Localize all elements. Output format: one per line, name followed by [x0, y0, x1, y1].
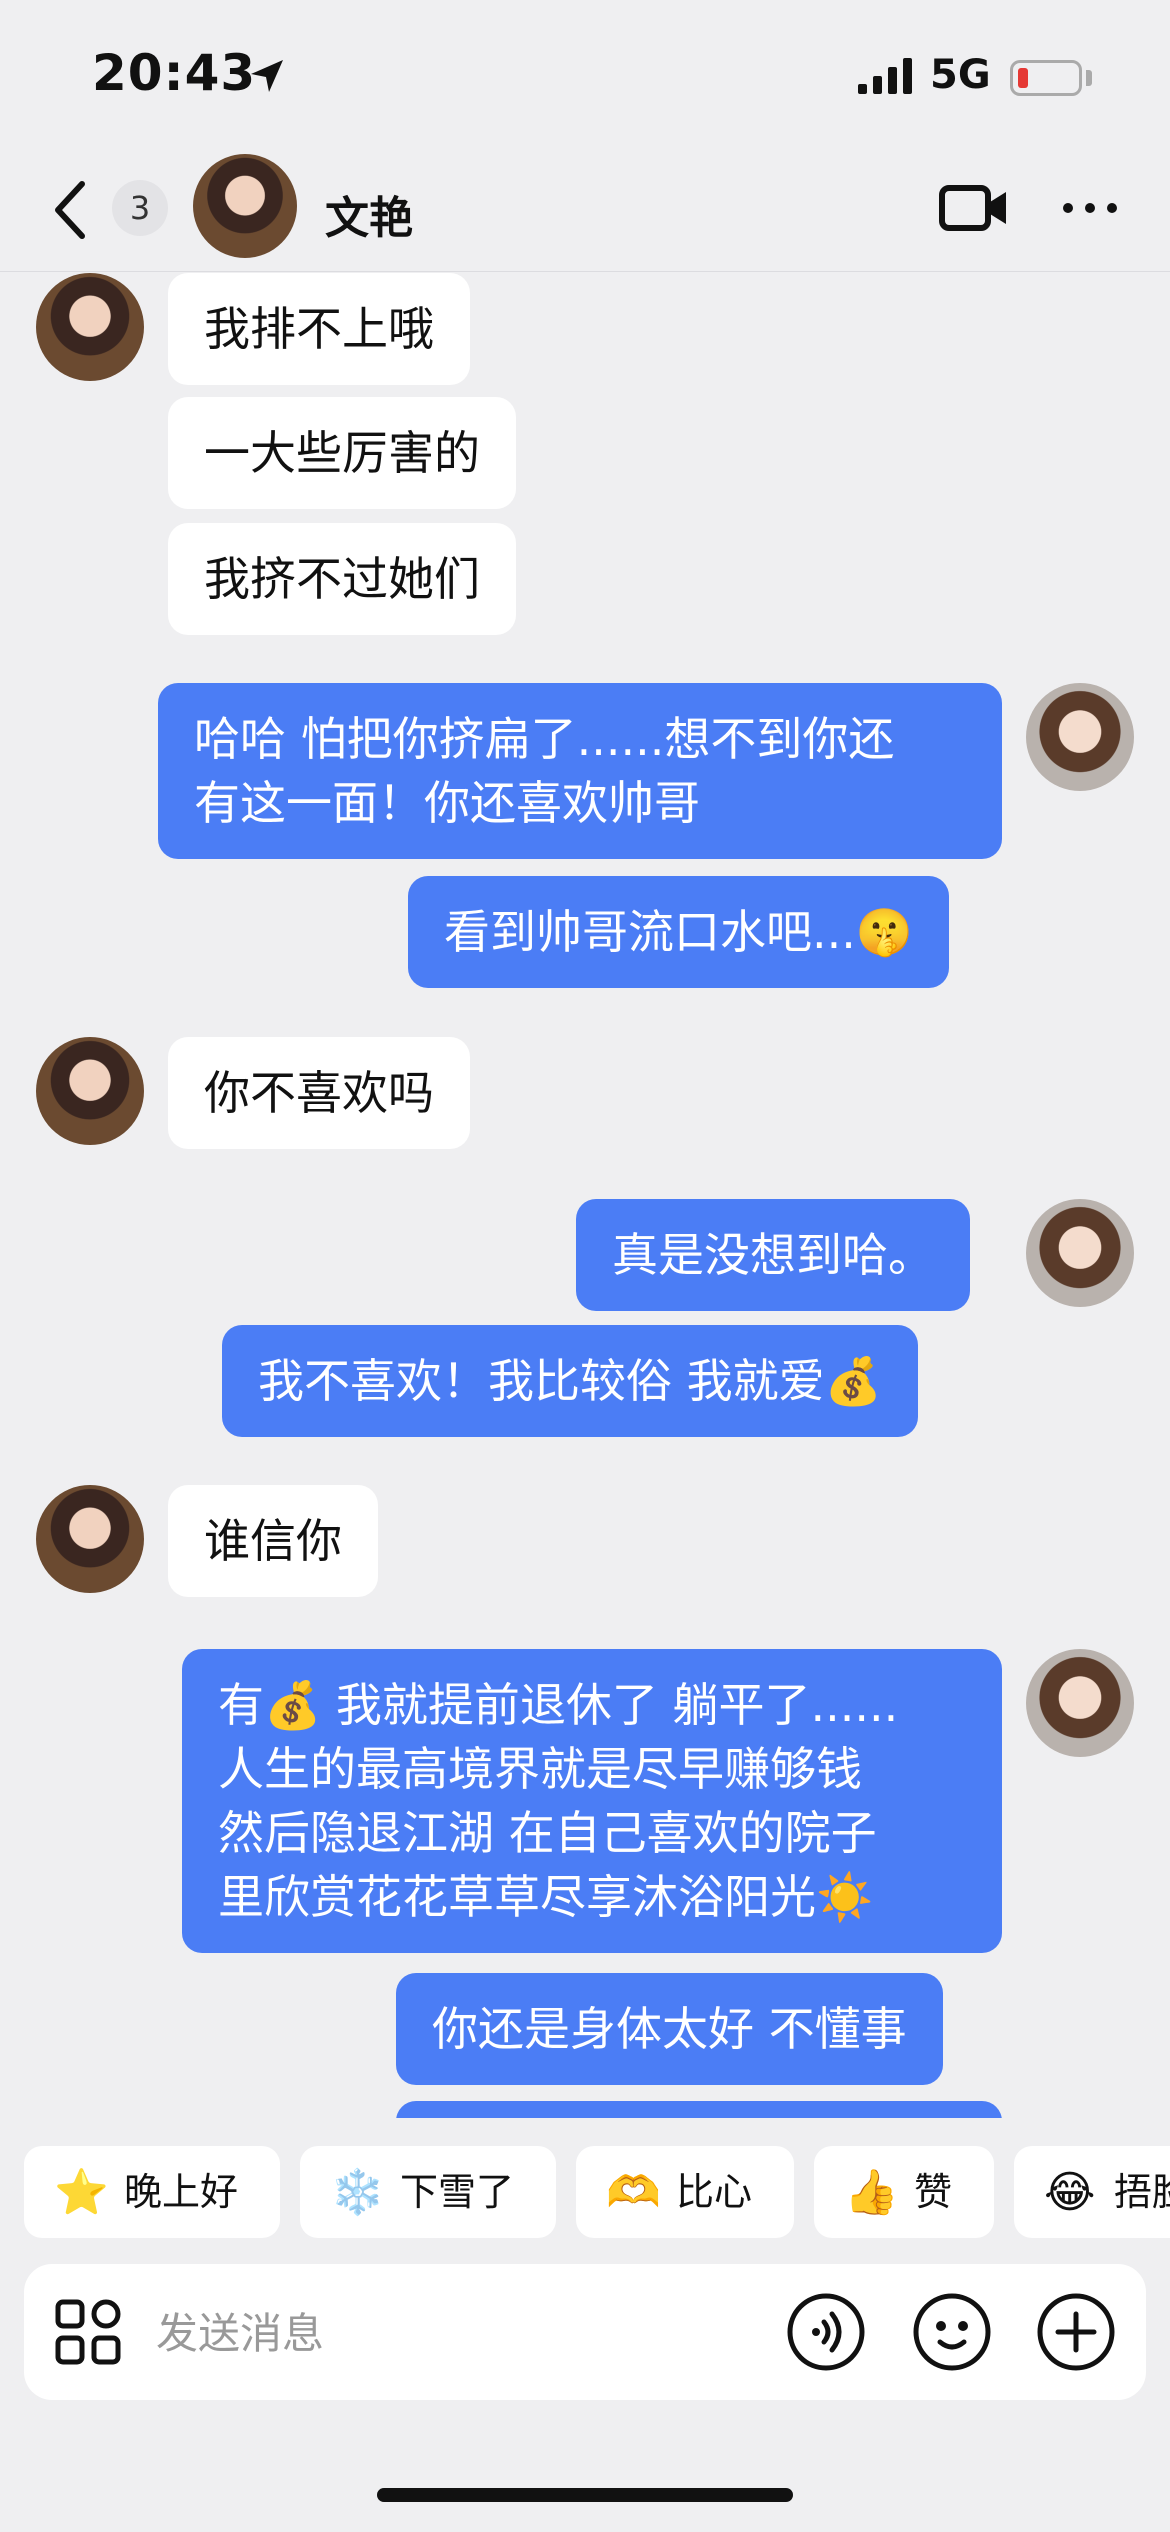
outgoing-message[interactable]: 有💰 我就提前退休了 躺平了...... 人生的最高境界就是尽早赚够钱 然后隐退… [182, 1649, 1002, 1953]
status-bar: 20:43 5G [0, 0, 1170, 150]
outgoing-message[interactable]: 我不喜欢！我比较俗 我就爱💰 [222, 1325, 918, 1437]
message-input[interactable]: 发送消息 [156, 2300, 324, 2361]
star-icon: ⭐ [54, 2167, 109, 2218]
battery-tip [1086, 70, 1092, 86]
cellular-signal-icon [858, 58, 912, 94]
my-avatar[interactable] [1026, 1649, 1134, 1757]
more-dots-icon[interactable] [1060, 188, 1120, 228]
status-time: 20:43 [92, 44, 257, 102]
outgoing-message[interactable]: 真是没想到哈。 [576, 1199, 970, 1311]
outgoing-message[interactable]: 哈哈 怕把你挤扁了......想不到你还 有这一面！你还喜欢帅哥 [158, 683, 1002, 859]
incoming-message[interactable]: 谁信你 [168, 1485, 378, 1597]
my-avatar[interactable] [1026, 683, 1134, 791]
my-avatar[interactable] [1026, 1199, 1134, 1307]
chevron-left-icon[interactable] [48, 178, 92, 242]
chip-label: 比心 [676, 2170, 753, 2214]
voice-icon[interactable] [786, 2292, 866, 2372]
heart-hands-icon: 🫶 [606, 2167, 661, 2218]
laugh-cry-icon: 😂 [1044, 2167, 1096, 2218]
apps-grid-icon[interactable] [54, 2298, 122, 2366]
video-camera-icon[interactable] [938, 180, 1010, 236]
contact-avatar[interactable] [193, 154, 297, 258]
snowflake-icon: ❄️ [330, 2167, 385, 2218]
plus-icon[interactable] [1036, 2292, 1116, 2372]
incoming-message[interactable]: 我排不上哦 [168, 273, 470, 385]
contact-name[interactable]: 文艳 [325, 182, 413, 246]
contact-avatar[interactable] [36, 1485, 144, 1593]
network-type: 5G [930, 52, 991, 98]
home-indicator[interactable] [377, 2488, 793, 2502]
contact-avatar[interactable] [36, 1037, 144, 1145]
unread-count-badge[interactable]: 3 [112, 180, 168, 236]
quick-reply-chip[interactable]: ❄️ 下雪了 [300, 2146, 556, 2238]
quick-reply-chip[interactable]: ⭐ 晚上好 [24, 2146, 280, 2238]
quick-reply-chip[interactable]: 🫶 比心 [576, 2146, 794, 2238]
battery-icon [1010, 60, 1082, 96]
outgoing-message-partial[interactable] [396, 2101, 1002, 2118]
chip-label: 捂脸 [1114, 2170, 1170, 2214]
outgoing-message[interactable]: 你还是身体太好 不懂事 [396, 1973, 943, 2085]
location-arrow-icon [251, 60, 283, 92]
contact-avatar[interactable] [36, 273, 144, 381]
chat-header: 3 文艳 [0, 150, 1170, 272]
message-list[interactable]: 我排不上哦 一大些厉害的 我挤不过她们 哈哈 怕把你挤扁了......想不到你还… [0, 273, 1170, 2118]
quick-reply-chip[interactable]: 😂 捂脸 [1014, 2146, 1170, 2238]
message-input-bar: 发送消息 [24, 2264, 1146, 2400]
chip-label: 下雪了 [400, 2170, 515, 2214]
incoming-message[interactable]: 你不喜欢吗 [168, 1037, 470, 1149]
incoming-message[interactable]: 我挤不过她们 [168, 523, 516, 635]
emoji-icon[interactable] [912, 2292, 992, 2372]
chip-label: 晚上好 [124, 2170, 239, 2214]
thumbs-up-icon: 👍 [844, 2167, 899, 2218]
outgoing-message[interactable]: 看到帅哥流口水吧...🤫 [408, 876, 950, 988]
incoming-message[interactable]: 一大些厉害的 [168, 397, 516, 509]
chip-label: 赞 [914, 2170, 953, 2214]
quick-reply-chip[interactable]: 👍 赞 [814, 2146, 994, 2238]
